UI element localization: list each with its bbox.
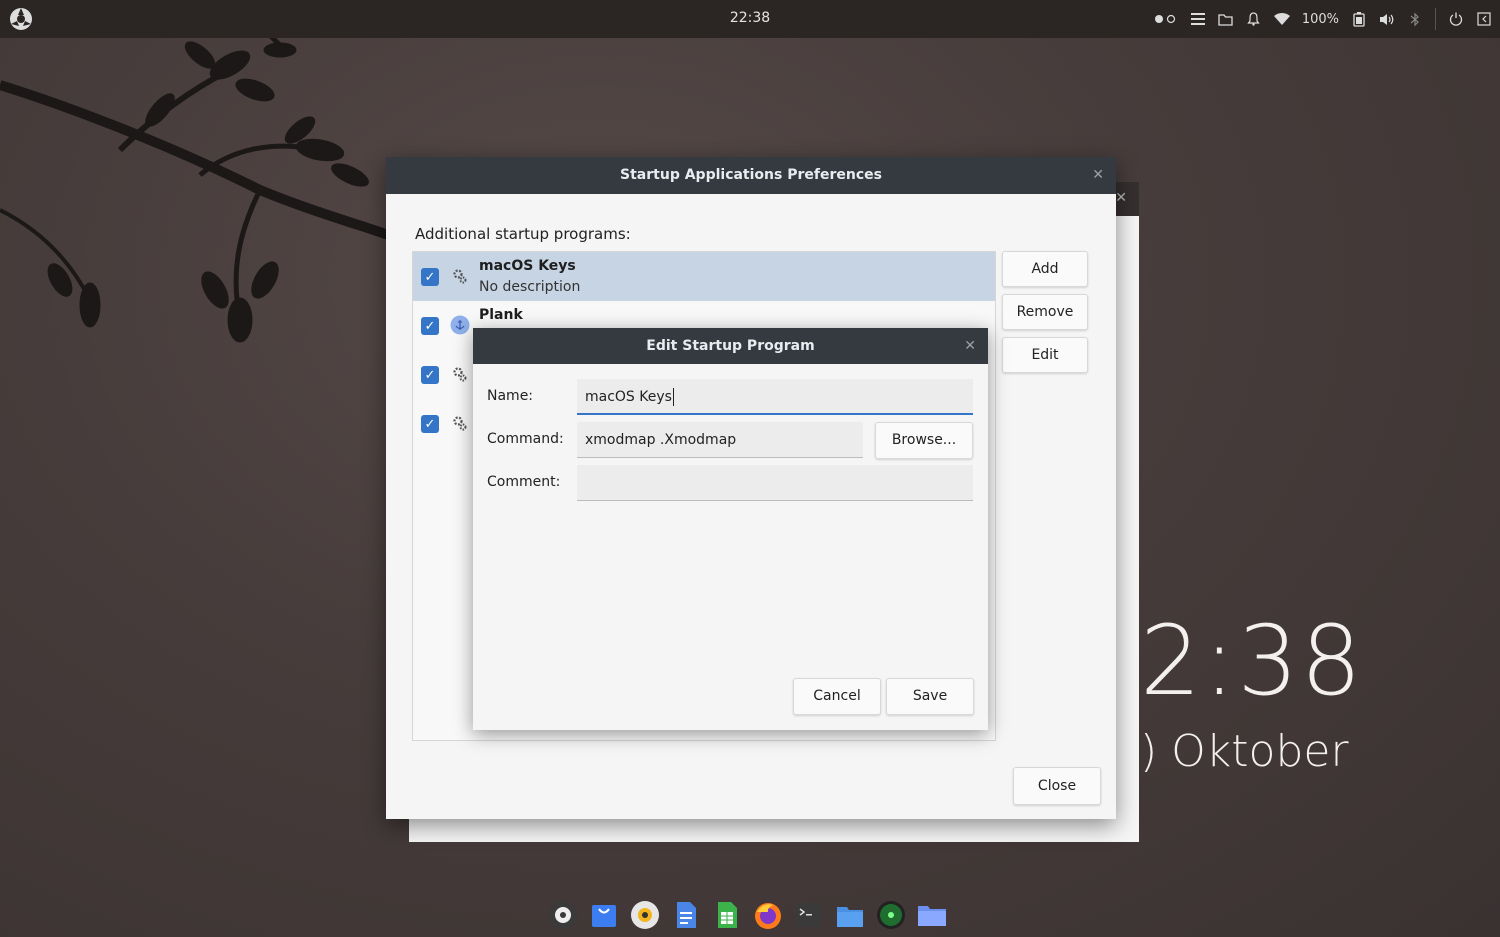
radar-app-icon[interactable]: [876, 900, 906, 930]
battery-percent[interactable]: 100%: [1302, 12, 1339, 27]
enabled-checkbox[interactable]: ✓: [421, 415, 439, 433]
command-field[interactable]: xmodmap .Xmodmap: [577, 422, 863, 458]
comment-field[interactable]: [577, 465, 973, 501]
close-icon[interactable]: ✕: [964, 328, 976, 364]
window-title: Startup Applications Preferences: [620, 167, 882, 183]
edit-startup-program-dialog: Edit Startup Program ✕ Name: macOS Keys …: [473, 328, 988, 730]
name-field[interactable]: macOS Keys: [577, 379, 973, 415]
logout-icon[interactable]: [1476, 11, 1492, 27]
wifi-icon[interactable]: [1273, 11, 1290, 27]
bell-icon[interactable]: [1246, 11, 1262, 27]
dialog-titlebar[interactable]: Edit Startup Program ✕: [473, 328, 988, 364]
system-tray: 100%: [1154, 0, 1492, 38]
close-button[interactable]: Close: [1013, 767, 1101, 805]
distro-logo-icon[interactable]: [548, 900, 578, 930]
spreadsheet-icon[interactable]: [712, 900, 742, 930]
battery-icon[interactable]: [1351, 11, 1367, 27]
command-field-value: xmodmap .Xmodmap: [585, 432, 737, 448]
desktop-clock-time: 2:38: [1140, 605, 1364, 717]
comment-label: Comment:: [487, 474, 561, 490]
text-caret: [672, 388, 674, 406]
folder-icon[interactable]: [1218, 11, 1234, 27]
list-item[interactable]: ✓ macOS Keys No description: [413, 252, 995, 301]
terminal-icon[interactable]: [794, 900, 824, 930]
software-store-icon[interactable]: [589, 900, 619, 930]
music-player-icon[interactable]: [630, 900, 660, 930]
plank-anchor-icon: [450, 315, 470, 335]
text-document-icon[interactable]: [671, 900, 701, 930]
program-description: No description: [479, 279, 581, 295]
remove-button[interactable]: Remove: [1002, 294, 1088, 330]
dock: [548, 896, 947, 934]
save-button[interactable]: Save: [886, 678, 974, 715]
tray-separator: [1435, 8, 1436, 30]
window-titlebar[interactable]: Startup Applications Preferences ✕: [386, 157, 1116, 194]
menu-icon[interactable]: [1190, 11, 1206, 27]
dialog-title: Edit Startup Program: [646, 338, 815, 354]
desktop-clock-date: ) Oktober: [1140, 726, 1349, 777]
name-label: Name:: [487, 388, 534, 404]
program-name: macOS Keys: [479, 258, 576, 274]
program-name: Plank: [479, 307, 523, 323]
gears-icon: [453, 269, 467, 284]
folder-icon[interactable]: [917, 900, 947, 930]
bluetooth-icon[interactable]: [1407, 11, 1423, 27]
close-icon[interactable]: ✕: [1092, 157, 1104, 194]
edit-button[interactable]: Edit: [1002, 337, 1088, 373]
section-label: Additional startup programs:: [415, 225, 631, 243]
files-icon[interactable]: [835, 900, 865, 930]
volume-icon[interactable]: [1379, 11, 1395, 27]
command-label: Command:: [487, 431, 564, 447]
add-button[interactable]: Add: [1002, 251, 1088, 287]
gears-icon: [453, 416, 467, 431]
enabled-checkbox[interactable]: ✓: [421, 366, 439, 384]
enabled-checkbox[interactable]: ✓: [421, 317, 439, 335]
top-panel: 22:38 100%: [0, 0, 1500, 38]
close-icon[interactable]: ✕: [1115, 190, 1127, 206]
name-field-value: macOS Keys: [585, 389, 672, 405]
browse-button[interactable]: Browse...: [875, 422, 973, 459]
firefox-icon[interactable]: [753, 900, 783, 930]
gears-icon: [453, 367, 467, 382]
enabled-checkbox[interactable]: ✓: [421, 268, 439, 286]
power-icon[interactable]: [1448, 11, 1464, 27]
cancel-button[interactable]: Cancel: [793, 678, 881, 715]
workspace-dots-icon[interactable]: [1154, 11, 1178, 27]
